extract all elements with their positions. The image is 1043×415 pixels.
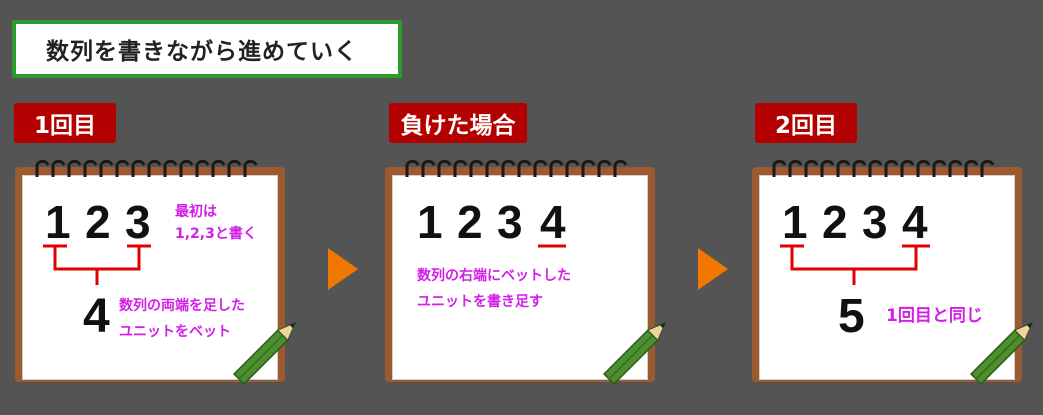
page-title: 数列を書きながら進めていく [12, 20, 402, 78]
pencil-icon [970, 321, 1034, 385]
tag-round-2: 2回目 [755, 103, 857, 143]
bet-result: 5 [838, 290, 865, 343]
notepad-round-2: 1 2 3 4 5 1回目と同じ [752, 155, 1034, 385]
tag-round-1: 1回目 [14, 103, 116, 143]
note-line: 数列の両端を足した [119, 298, 245, 314]
note-line: ユニットをベット [119, 324, 231, 340]
note-bet: 数列の両端を足した ユニットをベット [119, 293, 245, 345]
note-line: ユニットを書き足す [417, 294, 543, 310]
notepad-round-1: 1 2 3 4 最初は 1,2,3と書く 数列の両端を足した ユニットをベット [15, 155, 297, 385]
pencil-icon [603, 321, 667, 385]
bet-result: 4 [83, 290, 110, 343]
note-line: 最初は [175, 204, 217, 220]
note-start: 最初は 1,2,3と書く [175, 201, 257, 245]
tag-lost: 負けた場合 [389, 103, 527, 143]
arrow-right-icon [328, 248, 358, 290]
note-line: 数列の右端にベットした [417, 268, 571, 284]
pencil-icon [233, 321, 297, 385]
note-append: 数列の右端にベットした ユニットを書き足す [417, 263, 571, 315]
note-same: 1回目と同じ [886, 306, 983, 326]
note-line: 1,2,3と書く [175, 226, 257, 242]
arrow-right-icon [698, 248, 728, 290]
notepad-lost: 1 2 3 4 数列の右端にベットした ユニットを書き足す [385, 155, 667, 385]
